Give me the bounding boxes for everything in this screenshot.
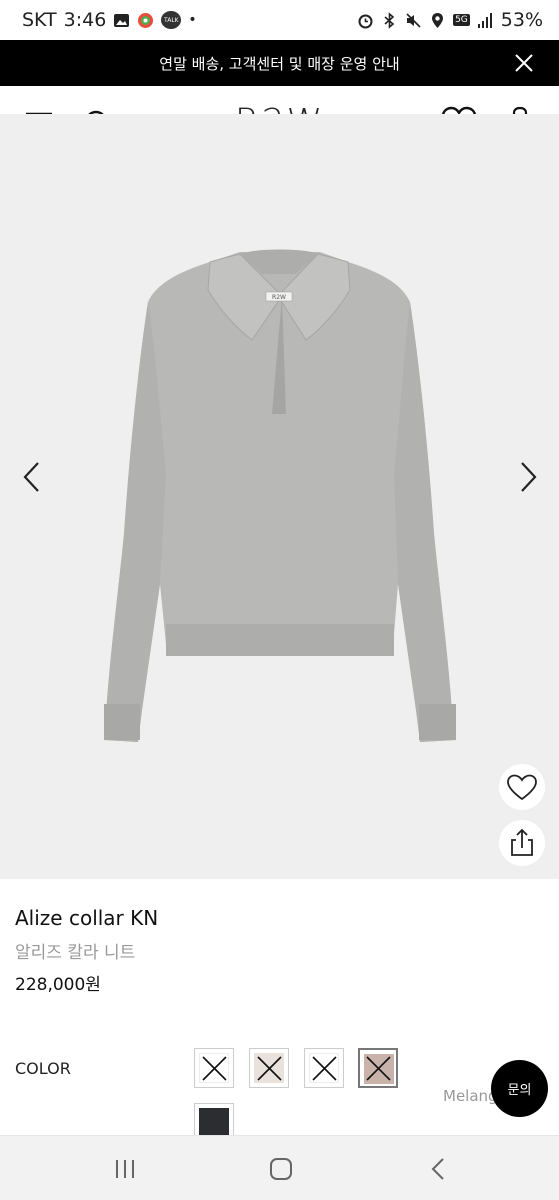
inquiry-button[interactable]: 문의 (491, 1060, 548, 1117)
selected-color-name: Melang (443, 1087, 498, 1105)
heart-icon (507, 774, 537, 801)
product-name: Alize collar KN (15, 906, 159, 930)
swatch-color-fill (199, 1108, 229, 1138)
back-chevron-icon[interactable] (429, 1156, 447, 1182)
app-notification-icon (138, 12, 154, 28)
system-navigation-bar (0, 1135, 559, 1200)
status-left: SKT 3:46 TALK • (22, 9, 197, 31)
sold-out-cross-icon (312, 1056, 337, 1081)
gallery-notification-icon (114, 13, 130, 27)
inquiry-label: 문의 (507, 1083, 532, 1098)
status-bar: SKT 3:46 TALK • 5G 53% (0, 0, 559, 40)
product-price: 228,000원 (15, 975, 101, 995)
close-icon[interactable] (513, 52, 535, 74)
signal-icon (477, 12, 492, 28)
color-swatch[interactable] (358, 1048, 398, 1088)
talk-badge-text: TALK (164, 16, 179, 24)
battery-text: 53% (500, 9, 543, 31)
color-option-label: COLOR (15, 1059, 71, 1078)
announcement-bar[interactable]: 연말 배송, 고객센터 및 매장 운영 안내 (0, 40, 559, 86)
sold-out-cross-icon (366, 1056, 391, 1081)
carrier-text: SKT (22, 9, 57, 31)
product-image: R2W (104, 249, 456, 742)
share-button[interactable] (499, 820, 545, 866)
next-image-chevron-icon[interactable] (516, 459, 540, 495)
location-icon (432, 12, 444, 28)
mute-icon (406, 12, 421, 28)
share-icon (511, 828, 533, 856)
add-to-wishlist-button[interactable] (499, 764, 545, 810)
network-badge: 5G (453, 14, 470, 26)
announcement-text[interactable]: 연말 배송, 고객센터 및 매장 운영 안내 (159, 53, 399, 74)
network-text: 5G (455, 15, 468, 25)
product-image-gallery[interactable]: R2W (0, 114, 559, 879)
alarm-icon (358, 14, 373, 28)
color-swatch[interactable] (249, 1048, 289, 1088)
clock-text: 3:46 (63, 9, 107, 31)
color-swatch[interactable] (304, 1048, 344, 1088)
recent-apps-icon[interactable] (113, 1158, 137, 1180)
garment-label-text: R2W (272, 294, 286, 301)
status-right: 5G 53% (357, 9, 543, 31)
previous-image-chevron-icon[interactable] (20, 459, 44, 495)
sold-out-cross-icon (257, 1056, 282, 1081)
bluetooth-icon (384, 11, 395, 29)
home-icon[interactable] (268, 1156, 294, 1182)
sold-out-cross-icon (202, 1056, 227, 1081)
more-notifications-dot: • (188, 12, 197, 28)
product-name-korean: 알리즈 칼라 니트 (15, 943, 136, 963)
color-swatch[interactable] (194, 1048, 234, 1088)
kakaotalk-notification-icon: TALK (161, 11, 182, 29)
